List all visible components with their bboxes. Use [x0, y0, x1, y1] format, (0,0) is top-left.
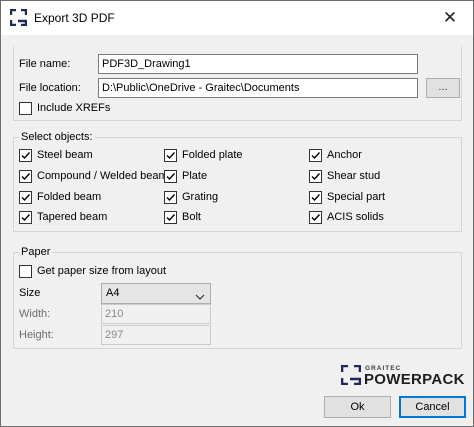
- ok-button[interactable]: Ok: [324, 396, 391, 418]
- export-3d-pdf-dialog: Export 3D PDF ✕ File name: PDF3D_Drawing…: [0, 0, 474, 427]
- tapered-beam-checkbox[interactable]: Tapered beam: [19, 209, 107, 225]
- cancel-button[interactable]: Cancel: [399, 396, 466, 418]
- grating-checkbox[interactable]: Grating: [164, 189, 218, 205]
- file-location-label: File location:: [19, 82, 81, 94]
- checkmark-icon: [164, 210, 177, 224]
- plate-label: Plate: [182, 170, 208, 182]
- plate-checkbox[interactable]: Plate: [164, 168, 207, 184]
- checkmark-icon: [309, 148, 322, 162]
- grating-label: Grating: [182, 191, 219, 203]
- get-paper-size-checkbox[interactable]: Get paper size from layout: [19, 263, 166, 279]
- anchor-label: Anchor: [327, 149, 362, 161]
- checkbox-box: [19, 101, 32, 115]
- include-xrefs-checkbox[interactable]: Include XREFs: [19, 100, 110, 116]
- bolt-checkbox[interactable]: Bolt: [164, 209, 201, 225]
- title-bar: Export 3D PDF ✕: [1, 1, 473, 35]
- paper-legend: Paper: [19, 245, 53, 259]
- size-label: Size: [19, 287, 41, 299]
- file-location-input[interactable]: D:\Public\OneDrive - Graitec\Documents: [98, 78, 418, 98]
- select-objects-legend: Select objects:: [19, 130, 95, 144]
- checkmark-icon: [19, 190, 32, 204]
- shear-stud-label: Shear stud: [327, 170, 381, 182]
- checkmark-icon: [164, 169, 177, 183]
- checkmark-icon: [19, 210, 32, 224]
- acis-solids-label: ACIS solids: [327, 211, 384, 223]
- width-label: Width:: [19, 308, 51, 320]
- folded-beam-checkbox[interactable]: Folded beam: [19, 189, 101, 205]
- close-icon[interactable]: ✕: [439, 7, 461, 29]
- browse-button[interactable]: ...: [426, 78, 460, 98]
- width-input[interactable]: 210: [101, 304, 211, 324]
- checkmark-icon: [19, 148, 32, 162]
- tapered-beam-label: Tapered beam: [37, 211, 108, 223]
- app-icon: [9, 8, 28, 27]
- size-dropdown[interactable]: A4: [101, 283, 211, 304]
- compound-welded-beam-label: Compound / Welded beam: [37, 170, 168, 182]
- steel-beam-checkbox[interactable]: Steel beam: [19, 147, 93, 163]
- steel-beam-label: Steel beam: [37, 149, 93, 161]
- checkbox-box: [19, 264, 32, 278]
- get-paper-size-label: Get paper size from layout: [37, 265, 167, 277]
- include-xrefs-label: Include XREFs: [37, 102, 111, 114]
- brand-product: POWERPACK: [364, 371, 465, 388]
- file-name-input[interactable]: PDF3D_Drawing1: [98, 54, 418, 74]
- checkmark-icon: [309, 210, 322, 224]
- checkmark-icon: [309, 190, 322, 204]
- height-input[interactable]: 297: [101, 325, 211, 345]
- graitec-logo-icon: [340, 364, 362, 388]
- shear-stud-checkbox[interactable]: Shear stud: [309, 168, 380, 184]
- folded-beam-label: Folded beam: [37, 191, 102, 203]
- chevron-down-icon: [195, 290, 205, 305]
- file-name-label: File name:: [19, 58, 71, 70]
- anchor-checkbox[interactable]: Anchor: [309, 147, 362, 163]
- height-label: Height:: [19, 329, 54, 341]
- compound-welded-beam-checkbox[interactable]: Compound / Welded beam: [19, 168, 168, 184]
- checkmark-icon: [19, 169, 32, 183]
- acis-solids-checkbox[interactable]: ACIS solids: [309, 209, 384, 225]
- special-part-label: Special part: [327, 191, 386, 203]
- checkmark-icon: [309, 169, 322, 183]
- special-part-checkbox[interactable]: Special part: [309, 189, 385, 205]
- size-value: A4: [106, 287, 120, 299]
- checkmark-icon: [164, 148, 177, 162]
- folded-plate-checkbox[interactable]: Folded plate: [164, 147, 243, 163]
- folded-plate-label: Folded plate: [182, 149, 243, 161]
- bolt-label: Bolt: [182, 211, 201, 223]
- checkmark-icon: [164, 190, 177, 204]
- window-title: Export 3D PDF: [34, 11, 115, 25]
